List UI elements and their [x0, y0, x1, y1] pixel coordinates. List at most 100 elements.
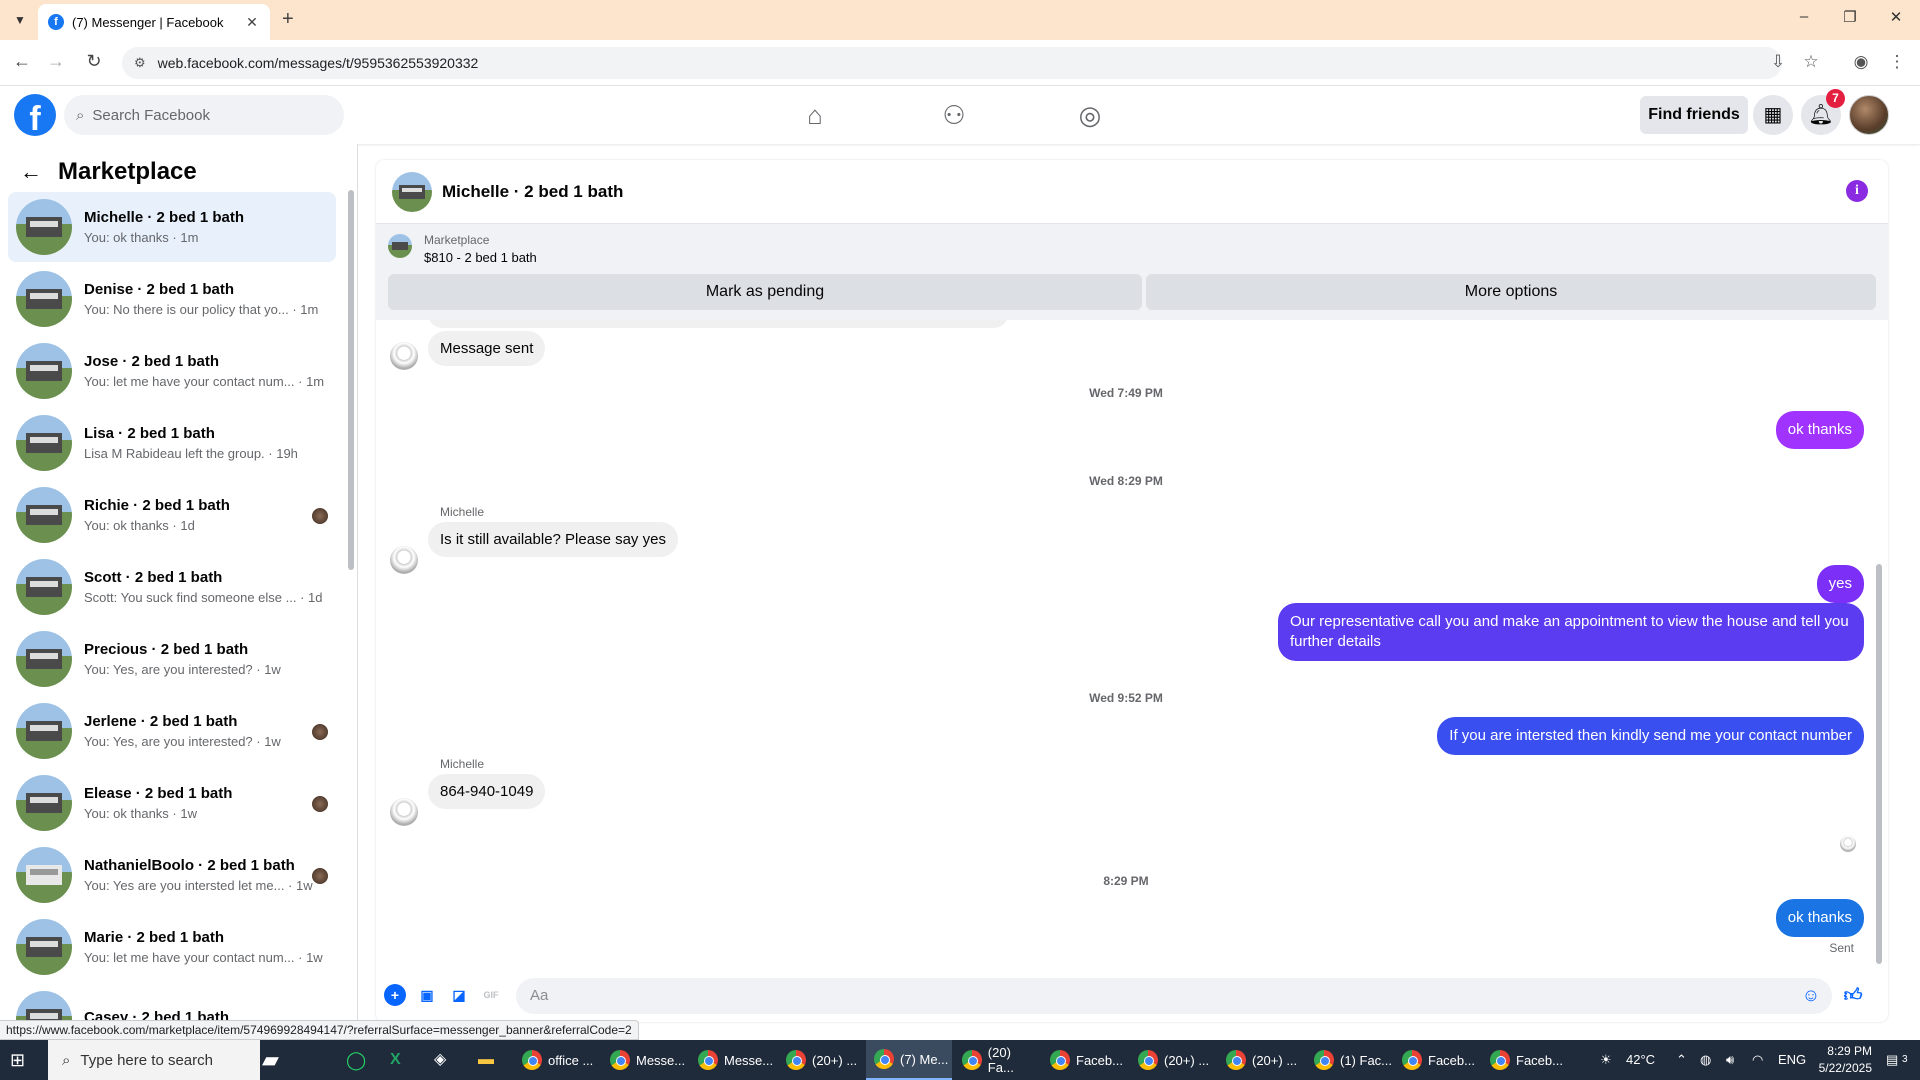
- site-info-icon[interactable]: ⚙: [134, 55, 146, 71]
- conversation-item[interactable]: Michelle · 2 bed 1 bath You: ok thanks · …: [8, 192, 336, 262]
- conversation-item[interactable]: Denise · 2 bed 1 bath You: No there is ou…: [8, 264, 336, 334]
- file-explorer-icon[interactable]: ▬: [478, 1040, 494, 1080]
- photo-icon[interactable]: ▣: [416, 984, 438, 1006]
- apps-menu-icon[interactable]: ▦: [1753, 95, 1793, 135]
- taskbar-app-label: (7) Me...: [900, 1051, 949, 1067]
- taskbar-app-button[interactable]: Messe...: [690, 1040, 776, 1080]
- excel-icon[interactable]: X: [390, 1040, 401, 1080]
- taskbar-app-button[interactable]: (20+) ...: [1130, 1040, 1216, 1080]
- listing-avatar: [16, 703, 72, 759]
- notification-center-icon[interactable]: ▤: [1886, 1040, 1898, 1080]
- message-thread: Message sent Wed 7:49 PM ok thanks Wed 8…: [376, 320, 1888, 970]
- taskbar-app-button[interactable]: (20+) ...: [1218, 1040, 1304, 1080]
- windows-start-icon[interactable]: ⊞: [10, 1050, 30, 1070]
- info-icon[interactable]: i: [1846, 180, 1868, 202]
- taskbar-search[interactable]: ⌕ Type here to search: [48, 1040, 260, 1080]
- listing-thumbnail[interactable]: [388, 234, 412, 258]
- taskbar-app-button[interactable]: Messe...: [602, 1040, 688, 1080]
- account-avatar[interactable]: [1849, 95, 1889, 135]
- new-tab-icon[interactable]: +: [282, 8, 294, 31]
- groups-icon[interactable]: ◎: [1070, 100, 1110, 131]
- emoji-icon[interactable]: ☺: [1800, 984, 1822, 1006]
- thumbs-up-icon[interactable]: 👍︎: [1842, 984, 1864, 1006]
- wifi-icon[interactable]: ◠: [1752, 1040, 1763, 1080]
- conversation-item[interactable]: Scott · 2 bed 1 bath Scott: You suck find…: [8, 552, 336, 622]
- chrome-icon: [1138, 1050, 1158, 1070]
- facebook-search-input[interactable]: ⌕ Search Facebook: [64, 95, 344, 135]
- sidebar-scrollbar[interactable]: [348, 190, 354, 570]
- search-icon: ⌕: [76, 106, 85, 124]
- clock[interactable]: 8:29 PM 5/22/2025: [1819, 1043, 1872, 1077]
- profile-icon[interactable]: ◉: [1850, 52, 1872, 72]
- conversation-text: Michelle · 2 bed 1 bath You: ok thanks · …: [84, 209, 314, 245]
- message-out: ok thanks: [1775, 899, 1864, 937]
- taskbar-app-button[interactable]: (7) Me...: [866, 1040, 952, 1080]
- language-indicator[interactable]: ENG: [1778, 1040, 1806, 1080]
- windows-taskbar: ⊞ ⌕ Type here to search ▰ ◯ X ◈ ▬ office…: [0, 1040, 1920, 1080]
- message-input[interactable]: Aa: [516, 978, 1832, 1014]
- taskbar-app-button[interactable]: (1) Fac...: [1306, 1040, 1392, 1080]
- taskbar-app-button[interactable]: Faceb...: [1482, 1040, 1568, 1080]
- home-icon[interactable]: ⌂: [795, 100, 835, 131]
- conversation-item[interactable]: Marie · 2 bed 1 bath You: let me have you…: [8, 912, 336, 982]
- minimize-icon[interactable]: –: [1792, 8, 1816, 25]
- conversation-item[interactable]: Elease · 2 bed 1 bath You: ok thanks · 1w: [8, 768, 336, 838]
- weather-icon[interactable]: ☀: [1600, 1040, 1612, 1080]
- friends-icon[interactable]: ⚇: [934, 100, 974, 131]
- message-out: Our representative call you and make an …: [1278, 603, 1864, 661]
- facebook-logo[interactable]: f: [14, 94, 56, 136]
- message-out: If you are intersted then kindly send me…: [1437, 717, 1864, 755]
- listing-avatar[interactable]: [392, 171, 432, 212]
- taskbar-app-label: Faceb...: [1428, 1052, 1475, 1068]
- sidebar-header: ← Marketplace: [20, 158, 197, 186]
- conversation-name: NathanielBoolo · 2 bed 1 bath: [84, 857, 295, 874]
- conversation-item[interactable]: Richie · 2 bed 1 bath You: ok thanks · 1d: [8, 480, 336, 550]
- forward-icon[interactable]: →: [44, 51, 68, 72]
- conversation-item[interactable]: NathanielBoolo · 2 bed 1 bath You: Yes ar…: [8, 840, 336, 910]
- taskbar-app-button[interactable]: (20+) ...: [778, 1040, 864, 1080]
- install-app-icon[interactable]: ⇩: [1767, 52, 1789, 72]
- back-icon[interactable]: ←: [10, 51, 34, 72]
- address-bar[interactable]: ⚙ web.facebook.com/messages/t/9595362553…: [122, 47, 1782, 79]
- chat-scrollbar[interactable]: [1876, 564, 1882, 964]
- conversation-item[interactable]: Casey · 2 bed 1 bath: [8, 984, 336, 1022]
- chrome-icon: [522, 1050, 542, 1070]
- conversation-snippet: You: Yes are you intersted let me... · 1…: [84, 878, 313, 893]
- show-hidden-icons[interactable]: ⌃: [1676, 1040, 1687, 1080]
- bookmark-star-icon[interactable]: ☆: [1800, 52, 1822, 72]
- tab-search-icon[interactable]: ▼: [10, 10, 30, 30]
- network-icon[interactable]: ◍: [1700, 1040, 1711, 1080]
- listing-price[interactable]: $810 - 2 bed 1 bath: [424, 250, 537, 265]
- volume-icon[interactable]: 🔊︎: [1726, 1040, 1734, 1080]
- menu-dots-icon[interactable]: ⋮: [1886, 52, 1908, 72]
- sticker-icon[interactable]: ◪: [448, 984, 470, 1006]
- plus-icon[interactable]: +: [384, 984, 406, 1006]
- widgets-icon[interactable]: ▰: [262, 1040, 279, 1080]
- taskbar-app-button[interactable]: office ...: [514, 1040, 600, 1080]
- listing-avatar: [16, 775, 72, 831]
- reload-icon[interactable]: ↻: [82, 51, 106, 72]
- marketplace-banner: Marketplace $810 - 2 bed 1 bath Mark as …: [376, 224, 1888, 320]
- taskbar-app-button[interactable]: Faceb...: [1042, 1040, 1128, 1080]
- weather-temp: 42°C: [1626, 1052, 1656, 1067]
- close-window-icon[interactable]: ✕: [1884, 8, 1908, 26]
- conversation-item[interactable]: Lisa · 2 bed 1 bath Lisa M Rabideau left …: [8, 408, 336, 478]
- app-icon[interactable]: ◈: [434, 1040, 446, 1080]
- back-arrow-icon[interactable]: ←: [20, 159, 42, 185]
- taskbar-app-button[interactable]: (20) Fa...: [954, 1040, 1040, 1080]
- whatsapp-icon[interactable]: ◯: [346, 1040, 366, 1080]
- seen-avatar: [312, 796, 328, 812]
- browser-tab[interactable]: f (7) Messenger | Facebook ✕: [38, 4, 270, 40]
- conversation-item[interactable]: Jerlene · 2 bed 1 bath You: Yes, are you …: [8, 696, 336, 766]
- close-tab-icon[interactable]: ✕: [244, 14, 260, 31]
- restore-icon[interactable]: ❐: [1838, 8, 1862, 26]
- mark-as-pending-button[interactable]: Mark as pending: [388, 274, 1142, 310]
- conversation-snippet: You: let me have your contact num... · 1…: [84, 950, 323, 965]
- find-friends-button[interactable]: Find friends: [1640, 96, 1748, 134]
- chat-title[interactable]: Michelle · 2 bed 1 bath: [442, 182, 623, 202]
- conversation-item[interactable]: Precious · 2 bed 1 bath You: Yes, are you…: [8, 624, 336, 694]
- taskbar-app-button[interactable]: Faceb...: [1394, 1040, 1480, 1080]
- more-options-button[interactable]: More options: [1146, 274, 1876, 310]
- gif-icon[interactable]: GIF: [480, 984, 502, 1006]
- conversation-item[interactable]: Jose · 2 bed 1 bath You: let me have your…: [8, 336, 336, 406]
